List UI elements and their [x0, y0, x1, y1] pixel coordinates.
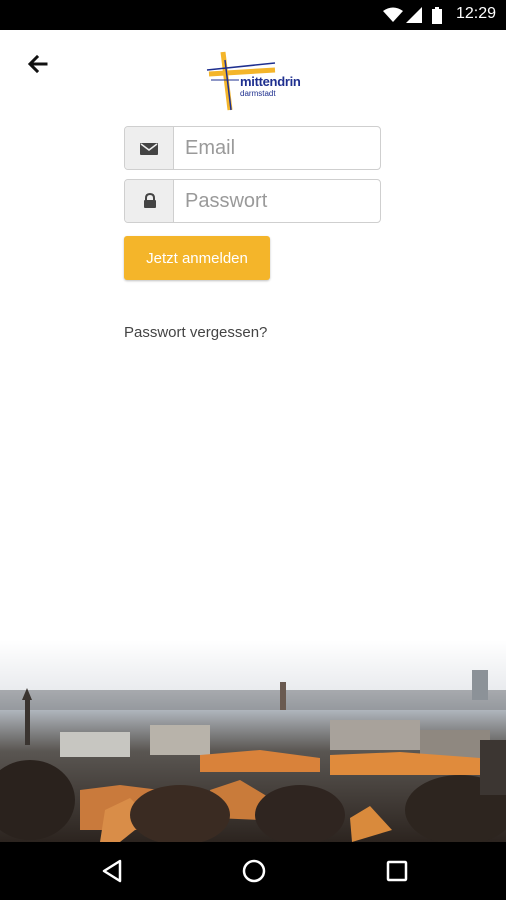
envelope-icon — [140, 143, 158, 155]
password-addon — [125, 180, 174, 222]
battery-icon — [432, 7, 442, 24]
logo-title: mittendrin — [240, 74, 301, 89]
back-triangle-icon[interactable] — [98, 856, 128, 886]
password-field[interactable] — [124, 179, 381, 223]
logo-subtitle: darmstadt — [240, 89, 276, 98]
wifi-icon — [383, 7, 403, 22]
status-time: 12:29 — [455, 5, 496, 22]
signal-icon — [406, 7, 422, 23]
recents-square-icon[interactable] — [382, 856, 412, 886]
forgot-password-link[interactable]: Passwort vergessen? — [124, 324, 267, 341]
email-field[interactable] — [124, 126, 381, 170]
nav-bar — [0, 842, 506, 900]
city-skyline-photo — [0, 640, 506, 842]
login-button[interactable]: Jetzt anmelden — [124, 236, 270, 280]
arrow-left-icon[interactable] — [24, 50, 52, 78]
email-input[interactable] — [175, 127, 380, 169]
home-circle-icon[interactable] — [239, 856, 269, 886]
email-addon — [125, 127, 174, 169]
lock-icon — [144, 193, 156, 208]
status-bar: 12:29 — [0, 0, 506, 30]
password-input[interactable] — [175, 180, 380, 222]
